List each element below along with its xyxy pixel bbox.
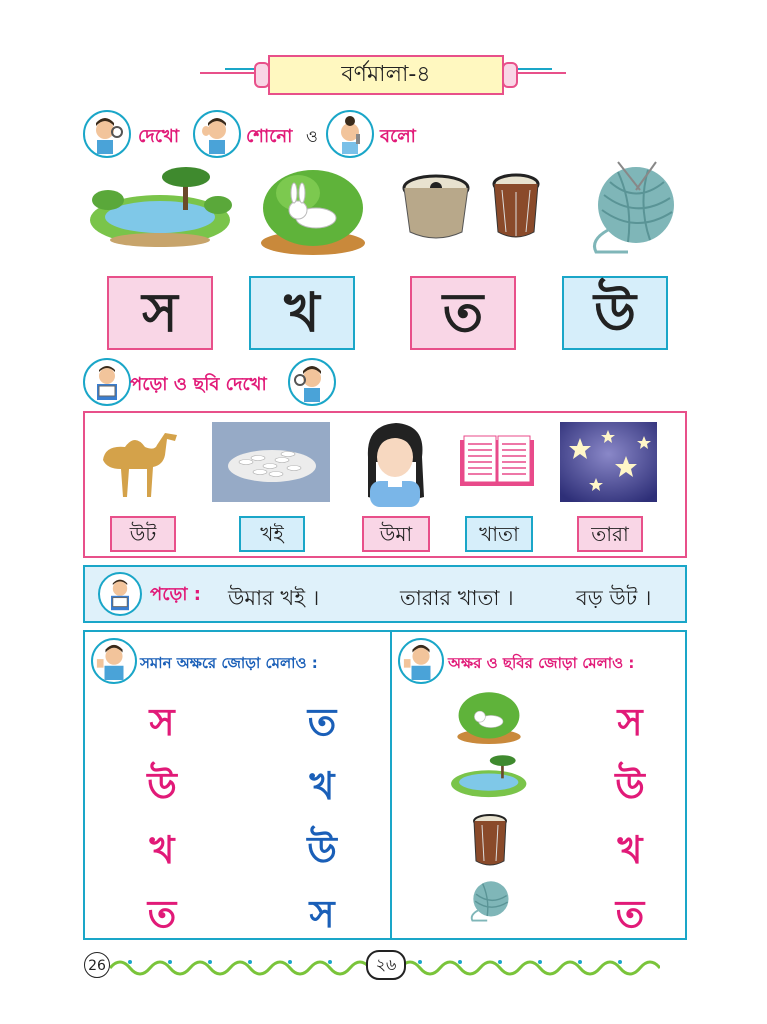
match-rabbit-image [455,688,523,744]
boy-thumbsup-avatar [91,638,137,684]
title-deco-right [518,72,566,74]
puffed-rice-image [212,422,330,502]
page-number-bn: ২৬ [375,955,397,974]
title-deco-right-2 [518,68,552,70]
match-same-heading: সমান অক্ষরে জোড়া মেলাও : [140,654,318,672]
letter-card-kha: খ [249,276,355,350]
word-notebook: খাতা [465,516,533,552]
tabla-drums-image [398,170,550,248]
page-number-en-badge: 26 [84,952,110,978]
read-label: পড়ো : [150,584,201,605]
notebook-image [458,432,536,492]
yarn-ball-image [588,160,680,255]
boy-magnifier-avatar-2 [288,358,336,406]
sentence-3: বড় উট । [576,586,652,610]
word-puffed-rice: খই [239,516,305,552]
match-pic-letter-4: ত [615,892,645,936]
match-right-2: খ [309,764,335,808]
boy-thumbsup-avatar-2 [398,638,444,684]
boy-magnifier-avatar [83,110,131,158]
match-pic-letter-1: স [617,700,643,744]
word-camel: উট [110,516,176,552]
match-pic-letter-3: খ [617,828,643,872]
letter-card-ta: ত [410,276,516,350]
match-right-4: স [309,892,335,936]
match-left-3: খ [149,828,175,872]
boy-reading-avatar-2 [98,572,142,616]
read-see-heading: পড়ো ও ছবি দেখো [130,374,267,395]
match-left-2: উ [147,764,177,808]
match-left-4: ত [147,892,177,936]
pond-scene-image [88,165,233,250]
stars-image [560,422,657,502]
girl-speaking-avatar [326,110,374,158]
match-right-1: ত [307,700,337,744]
page-number-bn-badge: ২৬ [366,950,406,980]
match-tabla-image [470,813,510,869]
page-number-en: 26 [88,958,106,974]
word-star: তারা [577,516,643,552]
match-pond-image [450,752,528,802]
see-label: দেখো [138,126,180,147]
letter-card-u: উ [562,276,668,350]
camel-image [95,425,187,500]
girl-uma-image [358,417,433,507]
match-pic-letter-2: উ [615,764,645,808]
word-uma: উমা [362,516,430,552]
rabbit-in-bush-image [258,163,368,255]
sentence-2: তারার খাতা । [400,586,514,610]
boy-reading-avatar [83,358,131,406]
title-deco-left [200,72,260,74]
sentence-1: উমার খই । [228,586,320,610]
letter-card-sa: স [107,276,213,350]
title-cap-right [502,62,518,88]
say-label: বলো [380,126,416,147]
hear-label: শোনো [246,126,293,147]
match-left-1: স [149,700,175,744]
match-yarn-image [468,878,512,922]
match-picture-heading: অক্ষর ও ছবির জোড়া মেলাও : [448,654,635,672]
match-right-3: উ [307,828,337,872]
boy-listening-avatar [193,110,241,158]
page-title: বর্ণমালা-৪ [268,55,504,95]
and-label: ও [306,127,318,146]
